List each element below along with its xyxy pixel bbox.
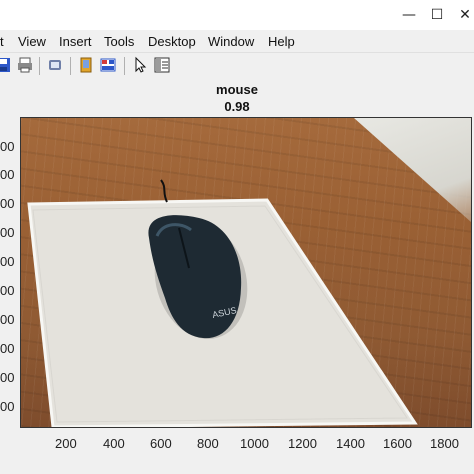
x-tick-label: 1000 xyxy=(240,436,269,451)
data-cursor-icon[interactable] xyxy=(77,56,95,74)
y-tick-label: 00 xyxy=(0,196,15,211)
y-tick-label: 00 xyxy=(0,370,15,385)
mouse-cable xyxy=(160,179,168,203)
toolbar-separator xyxy=(39,57,40,75)
x-tick-label: 1600 xyxy=(383,436,412,451)
toolbar-separator xyxy=(70,57,71,75)
y-tick-label: 00 xyxy=(0,254,15,269)
image-axes: ASUS xyxy=(20,117,472,428)
x-tick-label: 400 xyxy=(103,436,125,451)
save-icon[interactable] xyxy=(0,56,12,74)
x-tick-label: 1400 xyxy=(336,436,365,451)
y-tick-label: 00 xyxy=(0,312,15,327)
scene-drawing: ASUS xyxy=(27,179,418,427)
x-tick-label: 1200 xyxy=(288,436,317,451)
menu-view[interactable]: View xyxy=(18,34,46,49)
property-editor-icon[interactable] xyxy=(153,56,171,74)
link-icon[interactable] xyxy=(46,56,64,74)
close-button[interactable]: ✕ xyxy=(456,6,474,24)
x-tick-label: 1800 xyxy=(430,436,459,451)
menu-help[interactable]: Help xyxy=(268,34,295,49)
y-tick-label: 00 xyxy=(0,225,15,240)
y-tick-label: 00 xyxy=(0,341,15,356)
menu-edit[interactable]: t xyxy=(0,34,4,49)
print-icon[interactable] xyxy=(16,56,34,74)
y-tick-label: 00 xyxy=(0,399,15,414)
minimize-button[interactable]: — xyxy=(400,6,418,24)
x-tick-label: 600 xyxy=(150,436,172,451)
window-titlebar: — ☐ ✕ xyxy=(0,0,474,30)
x-tick-label: 200 xyxy=(55,436,77,451)
menu-bar: t View Insert Tools Desktop Window Help xyxy=(0,30,474,52)
y-tick-label: 00 xyxy=(0,283,15,298)
toolbar xyxy=(0,52,474,80)
plot-title-score: 0.98 xyxy=(224,99,250,114)
toolbar-separator xyxy=(124,57,125,75)
menu-desktop[interactable]: Desktop xyxy=(148,34,196,49)
menu-window[interactable]: Window xyxy=(208,34,254,49)
menu-insert[interactable]: Insert xyxy=(59,34,92,49)
colorbar-icon[interactable] xyxy=(99,56,117,74)
y-tick-label: 00 xyxy=(0,139,15,154)
menu-tools[interactable]: Tools xyxy=(104,34,134,49)
pointer-icon[interactable] xyxy=(131,56,149,74)
plot-title-class: mouse xyxy=(216,82,258,97)
x-tick-label: 800 xyxy=(197,436,219,451)
y-tick-label: 00 xyxy=(0,167,15,182)
maximize-button[interactable]: ☐ xyxy=(428,6,446,24)
